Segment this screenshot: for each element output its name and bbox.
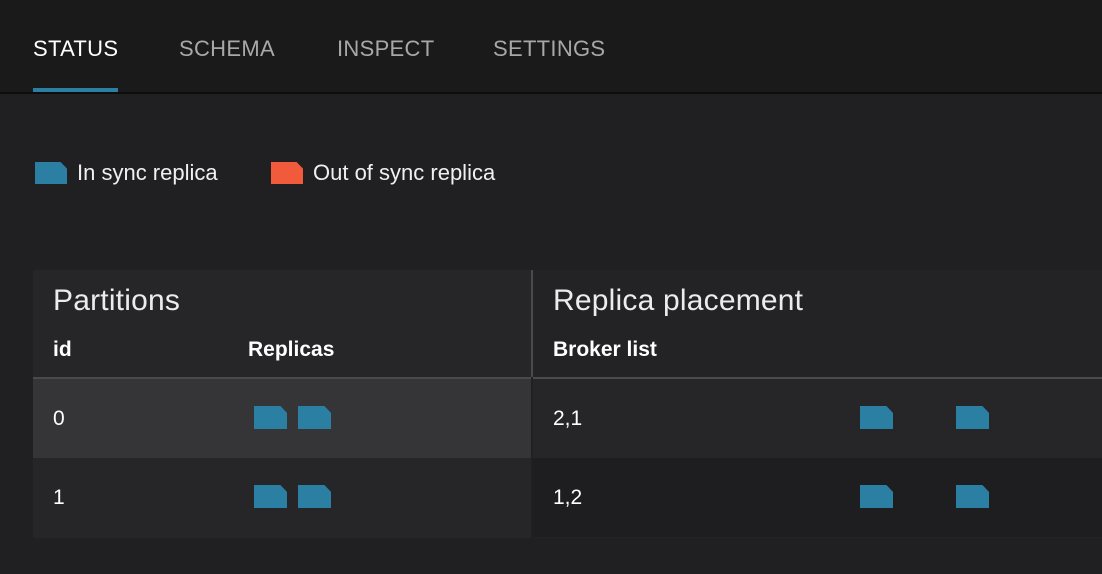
- table-row[interactable]: 1: [33, 458, 531, 537]
- in-sync-replica-icon: [298, 406, 331, 429]
- in-sync-replica-icon: [956, 485, 989, 508]
- legend-label: Out of sync replica: [313, 160, 496, 185]
- in-sync-replica-icon: [35, 162, 67, 184]
- partitions-title: Partitions: [53, 284, 181, 317]
- column-header-replicas: Replicas: [248, 338, 335, 361]
- tab-label: INSPECT: [337, 36, 435, 61]
- in-sync-replica-icon: [860, 485, 893, 508]
- replica-placement-title: Replica placement: [553, 284, 804, 317]
- in-sync-replica-icon: [254, 406, 287, 429]
- legend-item-in-sync: In sync replica: [35, 160, 218, 186]
- partitions-panel: Partitions id Replicas 0 1: [33, 270, 531, 538]
- out-of-sync-replica-icon: [271, 162, 303, 184]
- in-sync-replica-icon: [860, 406, 893, 429]
- partition-id: 1: [53, 486, 65, 509]
- tab-status[interactable]: STATUS: [33, 36, 119, 92]
- in-sync-replica-icon: [956, 406, 989, 429]
- table-row[interactable]: 1,2: [533, 458, 1102, 537]
- broker-list: 1,2: [553, 486, 583, 509]
- active-tab-indicator: [33, 88, 119, 92]
- in-sync-replica-icon: [254, 485, 287, 508]
- tab-label: SETTINGS: [493, 36, 606, 61]
- tab-label: SCHEMA: [179, 36, 275, 61]
- legend-item-out-of-sync: Out of sync replica: [271, 160, 495, 186]
- replica-placement-header: Replica placement Broker list: [533, 270, 1102, 377]
- tab-schema[interactable]: SCHEMA: [179, 36, 275, 92]
- tab-settings[interactable]: SETTINGS: [493, 36, 605, 92]
- column-header-id: id: [53, 338, 72, 361]
- partitions-header: Partitions id Replicas: [33, 270, 531, 377]
- partition-id: 0: [53, 407, 65, 430]
- tab-label: STATUS: [33, 36, 119, 61]
- tab-inspect[interactable]: INSPECT: [337, 36, 434, 92]
- legend-label: In sync replica: [77, 160, 218, 185]
- status-content: In sync replica Out of sync replica Part…: [0, 94, 1102, 574]
- in-sync-replica-icon: [298, 485, 331, 508]
- replica-placement-panel: Replica placement Broker list 2,1 1,2: [533, 270, 1102, 538]
- tab-bar: STATUS SCHEMA INSPECT SETTINGS: [0, 0, 1102, 94]
- broker-list: 2,1: [553, 407, 583, 430]
- column-header-broker-list: Broker list: [553, 338, 657, 361]
- table-row[interactable]: 2,1: [533, 379, 1102, 458]
- table-row[interactable]: 0: [33, 379, 531, 458]
